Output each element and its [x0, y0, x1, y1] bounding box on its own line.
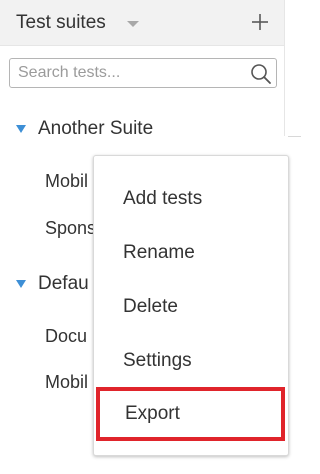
test-item[interactable]: Mobil [45, 372, 88, 393]
context-menu: Add tests Rename Delete Settings Export [93, 155, 289, 456]
test-suites-panel: Test suites Another Suite Mobil Spons De… [0, 0, 301, 474]
test-item[interactable]: Mobil [45, 171, 88, 192]
plus-icon[interactable] [250, 12, 270, 32]
caret-down-icon[interactable] [127, 21, 139, 27]
suite-label[interactable]: Defau [38, 273, 89, 295]
menu-item-add-tests[interactable]: Add tests [94, 172, 288, 226]
menu-item-settings[interactable]: Settings [94, 334, 288, 388]
panel-divider [284, 0, 285, 136]
expand-caret-icon[interactable] [16, 280, 26, 288]
test-item[interactable]: Spons [45, 218, 96, 239]
panel-title: Test suites [16, 12, 106, 33]
expand-caret-icon[interactable] [16, 125, 26, 133]
search-input[interactable] [18, 63, 238, 83]
search-icon[interactable] [250, 63, 272, 85]
search-box [9, 58, 277, 88]
suite-label[interactable]: Another Suite [38, 118, 153, 140]
panel-header: Test suites [0, 0, 284, 46]
panel-divider-tick [288, 136, 301, 137]
test-item[interactable]: Docu [45, 326, 87, 347]
menu-item-rename[interactable]: Rename [94, 226, 288, 280]
menu-item-delete[interactable]: Delete [94, 280, 288, 334]
menu-item-export[interactable]: Export [96, 387, 285, 441]
